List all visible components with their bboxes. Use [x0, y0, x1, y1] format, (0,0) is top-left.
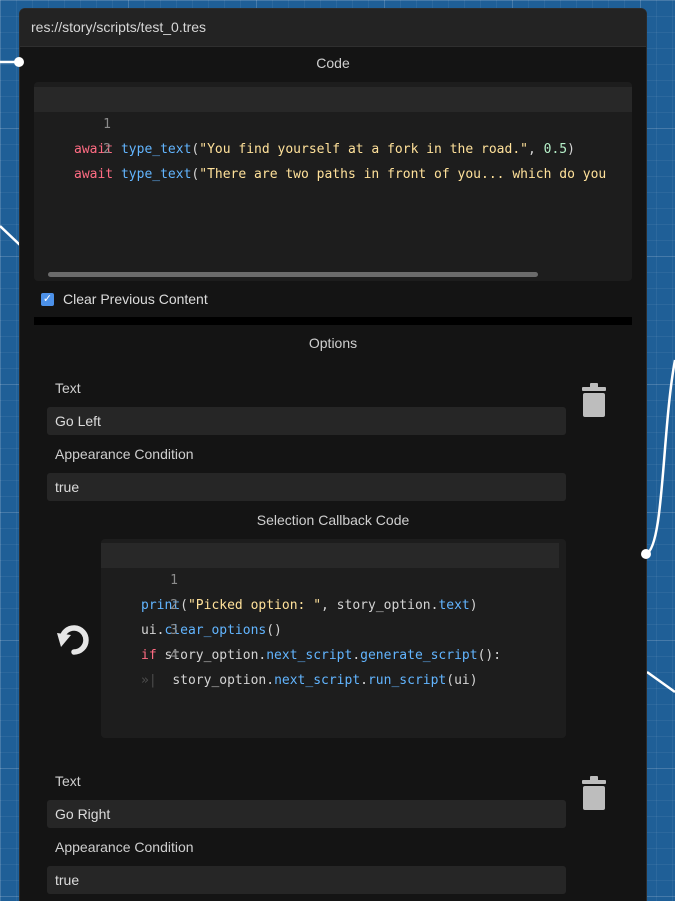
code-token: next_script	[266, 648, 353, 663]
option-text-input[interactable]: Go Right	[47, 800, 566, 828]
connection-wire-right	[646, 670, 675, 694]
code-line[interactable]: 2 ui.clear_options()	[101, 568, 566, 638]
code-token: )	[567, 142, 575, 157]
code-section-label: Code	[316, 55, 350, 71]
callback-code-editor[interactable]: 1 print("Picked option: ", story_option.…	[101, 539, 566, 738]
appearance-condition-label: Appearance Condition	[55, 839, 194, 855]
code-line[interactable]: 2 await type_text("There are two paths i…	[34, 112, 632, 182]
code-token: »|	[141, 673, 173, 688]
option-text-input[interactable]: Go Left	[47, 407, 566, 435]
connection-wire-out	[645, 359, 675, 556]
clear-previous-checkbox-row[interactable]: ✓ Clear Previous Content	[41, 291, 208, 307]
code-token: type_text	[120, 142, 192, 157]
code-line[interactable]: 4 »| story_option.next_script.run_script…	[101, 618, 566, 688]
appearance-condition-input[interactable]: true	[47, 866, 566, 894]
code-token: await	[74, 167, 114, 182]
code-token: .	[352, 648, 361, 663]
node-title[interactable]: res://story/scripts/test_0.tres	[20, 9, 646, 47]
appearance-condition-input[interactable]: true	[47, 473, 566, 501]
trash-icon[interactable]	[581, 382, 607, 418]
connection-wire-left	[0, 225, 21, 246]
code-editor[interactable]: 1 await type_text("You find yourself at …	[34, 82, 632, 281]
code-token: .	[360, 673, 368, 688]
line-number: 2	[103, 142, 111, 157]
code-text: if story_option.next_script.generate_scr…	[141, 643, 501, 668]
appearance-condition-label: Appearance Condition	[55, 446, 194, 462]
code-token: next_script	[274, 673, 361, 688]
code-line[interactable]: 1 print("Picked option: ", story_option.…	[101, 543, 559, 613]
code-token: run_script	[367, 673, 447, 688]
clear-previous-label: Clear Previous Content	[63, 291, 208, 307]
code-text: await type_text("There are two paths in …	[74, 162, 606, 187]
code-token: "You find yourself at a fork in the road…	[199, 142, 528, 157]
code-token: 0.5	[543, 142, 568, 157]
code-line[interactable]: 1 await type_text("You find yourself at …	[34, 87, 632, 157]
code-token: ,	[527, 142, 544, 157]
trash-icon[interactable]	[581, 775, 607, 811]
code-text: »| story_option.next_script.run_script(u…	[141, 668, 478, 693]
options-section-label: Options	[308, 335, 358, 351]
undo-icon[interactable]	[56, 622, 92, 658]
horizontal-scrollbar[interactable]	[48, 272, 538, 277]
option-text-label: Text	[55, 380, 81, 396]
code-token: type_text	[120, 167, 192, 182]
code-token: "There are two paths in front of you... …	[199, 167, 607, 182]
check-icon: ✓	[42, 292, 53, 305]
code-token: (ui)	[446, 673, 478, 688]
story-script-node[interactable]: res://story/scripts/test_0.tres Code 1 a…	[19, 8, 647, 901]
section-divider	[34, 317, 632, 325]
code-line[interactable]: 3 if story_option.next_script.generate_s…	[101, 593, 566, 663]
selection-callback-label: Selection Callback Code	[256, 512, 410, 528]
code-token: ():	[477, 648, 502, 663]
line-number: 4	[170, 648, 178, 663]
code-token: story_option.	[172, 673, 275, 688]
clear-previous-checkbox[interactable]: ✓	[41, 292, 54, 306]
code-text: await type_text("You find yourself at a …	[74, 137, 575, 162]
code-token: generate_script	[360, 648, 478, 663]
option-text-label: Text	[55, 773, 81, 789]
